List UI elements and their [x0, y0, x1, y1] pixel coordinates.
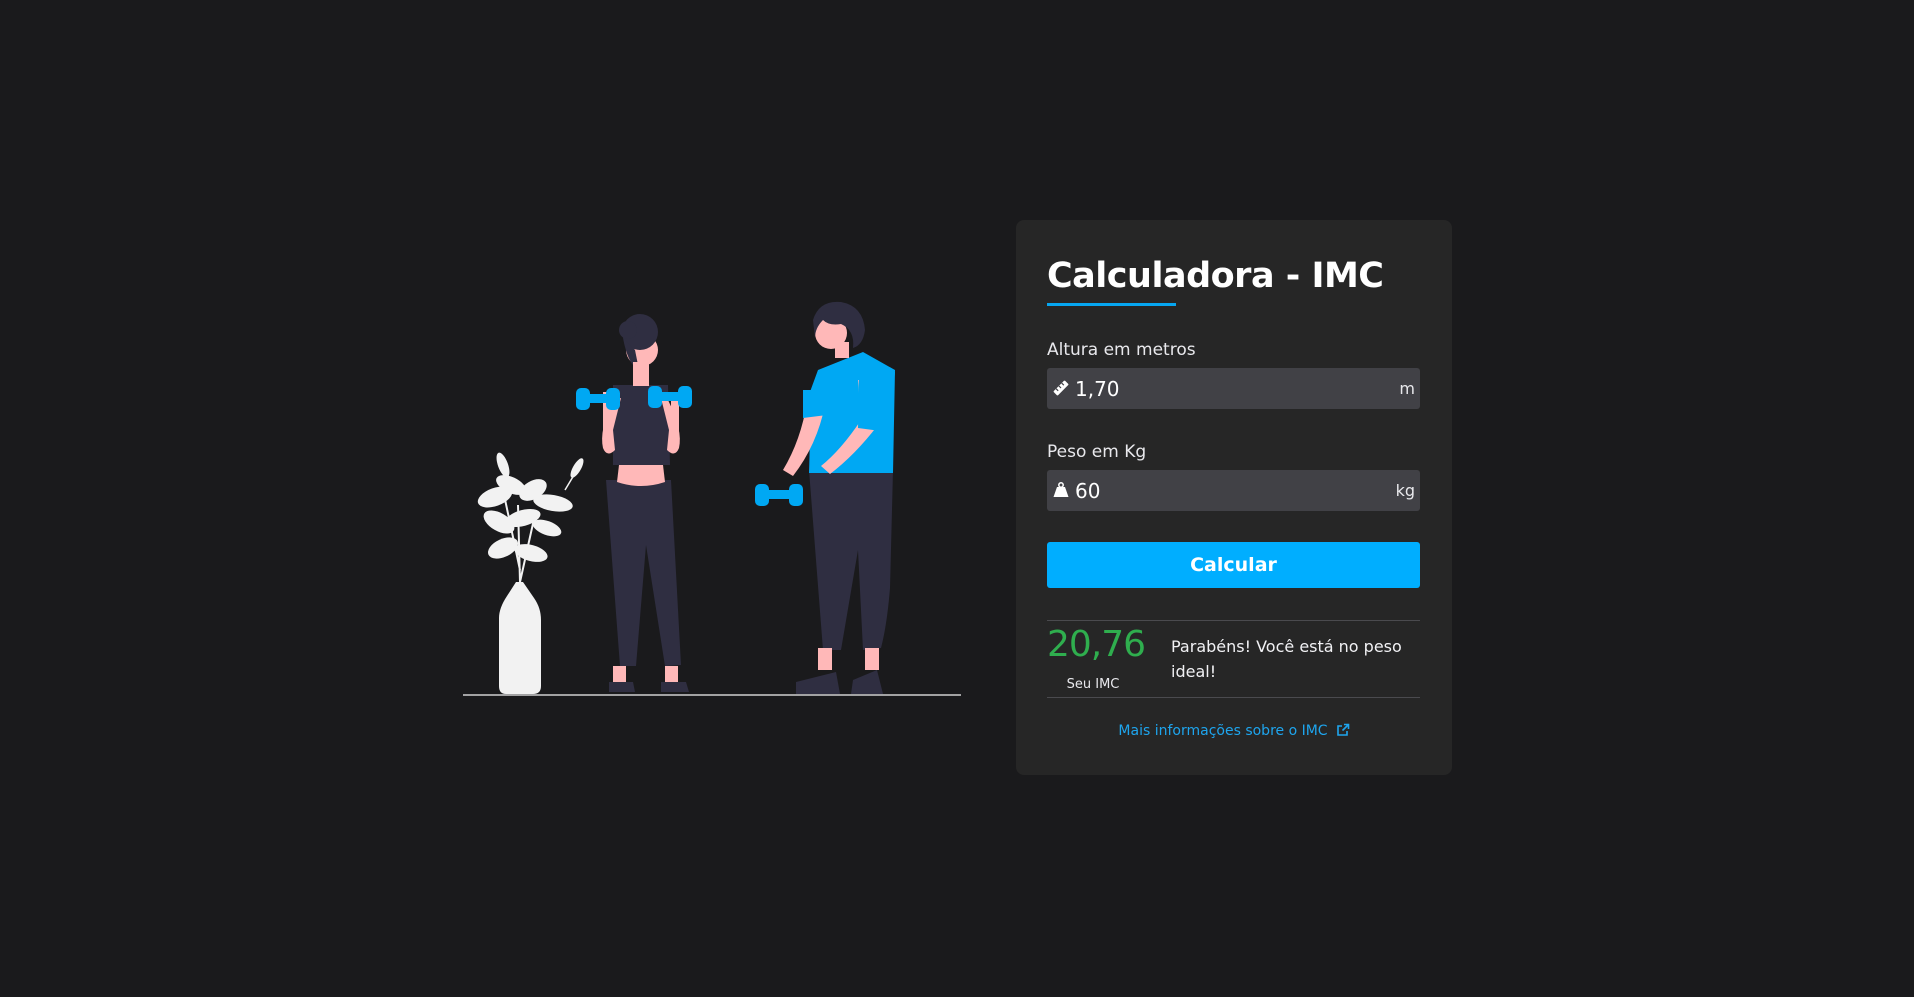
page: Calculadora - IMC Altura em metros m Pes… — [0, 0, 1914, 997]
ruler-icon — [1053, 380, 1069, 396]
bmi-calculator-card: Calculadora - IMC Altura em metros m Pes… — [1016, 220, 1452, 775]
calculate-button[interactable]: Calcular — [1047, 542, 1420, 588]
fitness-illustration — [463, 290, 961, 696]
man-figure — [755, 301, 895, 694]
result-message: Parabéns! Você está no peso ideal! — [1171, 637, 1402, 681]
more-info-label: Mais informações sobre o IMC — [1118, 723, 1328, 739]
height-input[interactable] — [1075, 368, 1365, 409]
woman-figure — [576, 314, 692, 692]
height-label: Altura em metros — [1047, 340, 1196, 360]
weight-input[interactable] — [1075, 470, 1365, 511]
external-link-icon — [1336, 723, 1349, 736]
bmi-caption: Seu IMC — [1066, 677, 1120, 692]
result-panel: 20,76 Seu IMC Parabéns! Você está no pes… — [1047, 620, 1420, 698]
weight-field: kg — [1047, 470, 1420, 511]
page-title: Calculadora - IMC — [1047, 256, 1384, 296]
weight-label: Peso em Kg — [1047, 442, 1147, 462]
height-field: m — [1047, 368, 1420, 409]
bmi-value: 20,76 — [1047, 624, 1146, 665]
weight-icon — [1053, 482, 1069, 497]
plant-illustration — [477, 452, 584, 694]
title-underline — [1047, 303, 1176, 306]
more-info-link[interactable]: Mais informações sobre o IMC — [1016, 723, 1452, 739]
weight-unit: kg — [1395, 481, 1415, 500]
height-unit: m — [1399, 379, 1415, 398]
